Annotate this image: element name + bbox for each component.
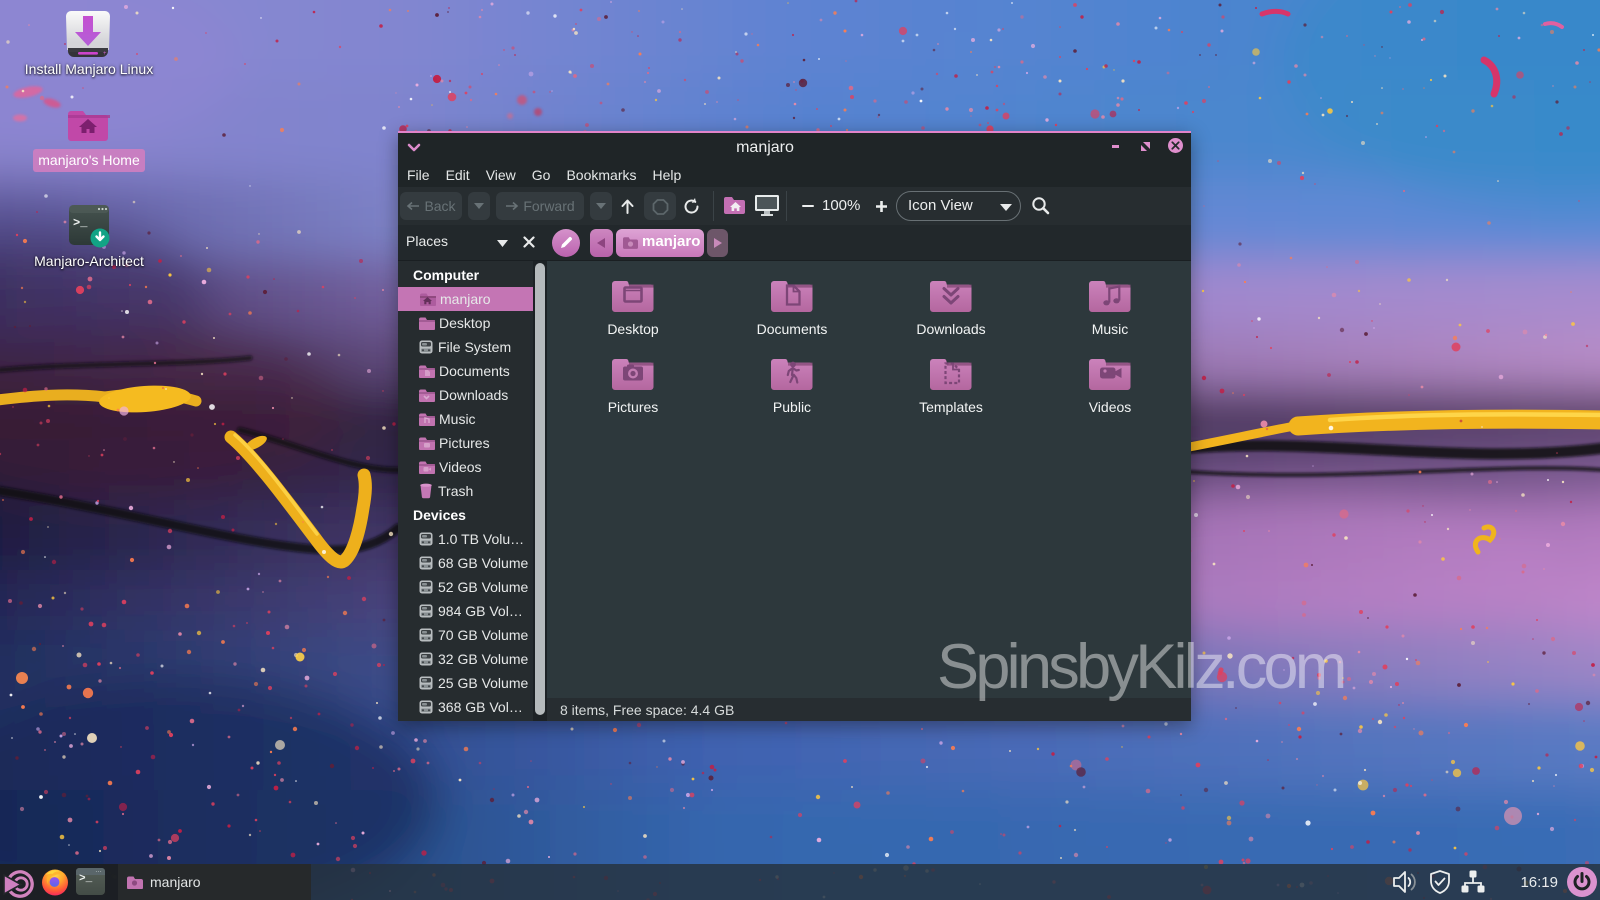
svg-text:+: + xyxy=(103,51,107,57)
svg-text:>_: >_ xyxy=(73,216,88,230)
